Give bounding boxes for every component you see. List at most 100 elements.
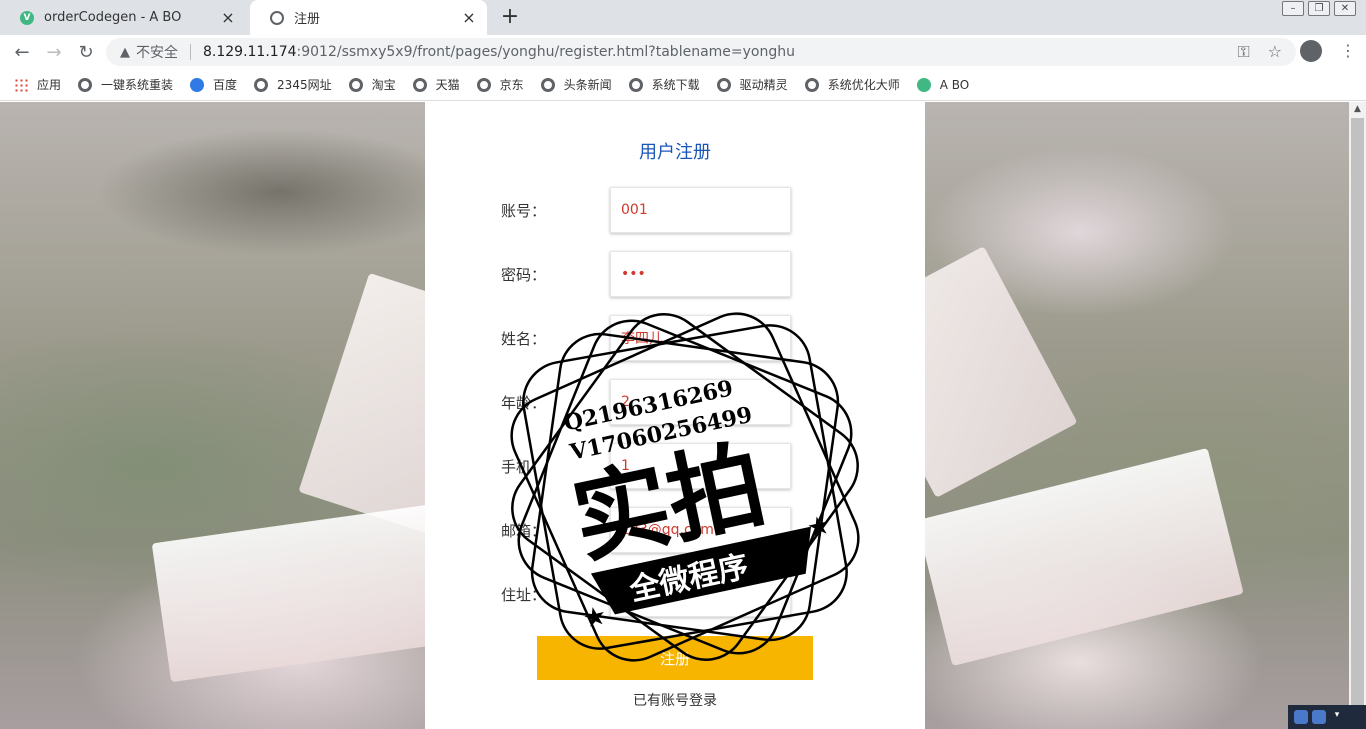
- page-scrollbar[interactable]: ▲: [1349, 102, 1366, 729]
- help-icon[interactable]: [1312, 710, 1326, 724]
- reload-icon[interactable]: ↻: [70, 42, 102, 63]
- field-label: 邮箱：: [501, 522, 547, 540]
- bookmark-label: 系统下载: [651, 78, 700, 92]
- globe-icon: [254, 77, 269, 92]
- register-panel: 用户注册 账号： 密码： 姓名： 年龄： 手机： 邮箱： 住址：: [425, 102, 925, 729]
- tab-ordercodegen[interactable]: V orderCodegen - A BO ×: [0, 0, 246, 35]
- new-tab-button[interactable]: +: [498, 4, 522, 30]
- address-input[interactable]: [610, 571, 791, 617]
- field-phone: 手机：: [501, 443, 801, 489]
- bookmark-label: 天猫: [435, 78, 460, 92]
- globe-icon: [476, 77, 491, 92]
- field-name: 姓名：: [501, 315, 801, 361]
- bookmark-label: 一键系统重装: [101, 78, 174, 92]
- password-input[interactable]: [610, 251, 791, 297]
- field-label: 手机：: [501, 458, 547, 476]
- warning-icon: ▲: [120, 44, 130, 60]
- bookmark-label: 2345网址: [277, 78, 332, 92]
- security-warning-label[interactable]: 不安全: [136, 42, 178, 62]
- bookmarks-bar: 应用 一键系统重装 百度 2345网址 淘宝 天猫 京东 头条新闻 系统下载 驱…: [0, 69, 1366, 101]
- window-controls: – ❐ ✕: [1282, 1, 1356, 16]
- close-icon[interactable]: ×: [220, 8, 236, 27]
- globe-icon: [716, 77, 731, 92]
- minimize-icon[interactable]: –: [1282, 1, 1304, 16]
- globe-icon: [804, 77, 819, 92]
- field-label: 年龄：: [501, 394, 547, 412]
- tab-register[interactable]: 注册 ×: [250, 0, 487, 35]
- bookmark-label: 百度: [213, 78, 238, 92]
- page-title: 用户注册: [639, 142, 711, 163]
- field-account: 账号：: [501, 187, 801, 233]
- omnibox-actions: ⚿ ☆: [1237, 42, 1282, 62]
- name-input[interactable]: [610, 315, 791, 361]
- email-input[interactable]: [610, 507, 791, 553]
- address-bar[interactable]: ▲ 不安全 8.129.11.174:9012/ssmxy5x9/front/p…: [106, 38, 1296, 66]
- bookmark-item[interactable]: 系统优化大师: [804, 76, 900, 93]
- key-icon[interactable]: ⚿: [1237, 42, 1249, 62]
- tab-title: orderCodegen - A BO: [44, 10, 182, 25]
- bookmark-item[interactable]: 头条新闻: [540, 76, 612, 93]
- bookmark-item[interactable]: 淘宝: [348, 76, 396, 93]
- field-label: 姓名：: [501, 330, 547, 348]
- tab-title: 注册: [294, 12, 321, 27]
- bookmark-label: 驱动精灵: [739, 78, 788, 92]
- bookmark-item[interactable]: 驱动精灵: [716, 76, 788, 93]
- globe-icon: [540, 77, 555, 92]
- back-icon[interactable]: ←: [6, 42, 38, 63]
- vue-icon: V: [20, 10, 34, 25]
- field-address: 住址：: [501, 571, 801, 617]
- field-age: 年龄：: [501, 379, 801, 425]
- register-button[interactable]: 注册: [537, 636, 813, 680]
- globe-icon: [628, 77, 643, 92]
- field-label: 账号：: [501, 202, 547, 220]
- bookmark-label: 京东: [499, 78, 524, 92]
- globe-icon: [348, 77, 363, 92]
- globe-icon: [270, 10, 284, 25]
- paw-icon: [190, 77, 205, 92]
- bookmark-item[interactable]: 天猫: [412, 76, 460, 93]
- bookmark-item[interactable]: 系统下载: [628, 76, 700, 93]
- close-window-icon[interactable]: ✕: [1334, 1, 1356, 16]
- star-icon[interactable]: ☆: [1268, 42, 1282, 62]
- tray-arrow-icon[interactable]: ▾: [1330, 710, 1344, 724]
- restore-icon[interactable]: ❐: [1308, 1, 1330, 16]
- globe-icon: [412, 77, 427, 92]
- bookmark-label: A BO: [939, 77, 970, 92]
- vue-icon: [916, 77, 931, 92]
- system-tray: ▾: [1288, 705, 1366, 729]
- bookmark-item[interactable]: 一键系统重装: [78, 76, 173, 93]
- globe-icon: [78, 77, 93, 92]
- bookmark-item[interactable]: 2345网址: [254, 76, 332, 93]
- field-email: 邮箱：: [501, 507, 801, 553]
- browser-toolbar: ← → ↻ ▲ 不安全 8.129.11.174:9012/ssmxy5x9/f…: [0, 35, 1366, 69]
- bookmark-label: 应用: [37, 78, 62, 92]
- forward-icon[interactable]: →: [38, 42, 70, 63]
- profile-avatar-icon[interactable]: [1300, 40, 1322, 62]
- field-label: 住址：: [501, 586, 547, 604]
- field-label: 密码：: [501, 266, 547, 284]
- tray-app-icon[interactable]: [1294, 710, 1308, 724]
- menu-icon[interactable]: ⋮: [1340, 41, 1356, 60]
- bookmark-item[interactable]: 百度: [190, 76, 237, 93]
- background-book: [151, 501, 469, 683]
- phone-input[interactable]: [610, 443, 791, 489]
- bookmark-item[interactable]: A BO: [916, 77, 970, 92]
- age-input[interactable]: [610, 379, 791, 425]
- bookmark-label: 头条新闻: [563, 78, 612, 92]
- scroll-up-icon[interactable]: ▲: [1349, 104, 1366, 114]
- apps-icon: [14, 77, 28, 92]
- page-viewport: 用户注册 账号： 密码： 姓名： 年龄： 手机： 邮箱： 住址：: [0, 102, 1349, 729]
- divider: [190, 44, 191, 60]
- bookmark-label: 系统优化大师: [827, 78, 900, 92]
- bookmark-item[interactable]: 京东: [476, 76, 524, 93]
- scroll-thumb[interactable]: [1351, 118, 1364, 708]
- bookmark-apps[interactable]: 应用: [14, 76, 61, 93]
- account-input[interactable]: [610, 187, 791, 233]
- tab-bar: V orderCodegen - A BO × 注册 × + – ❐ ✕: [0, 0, 1366, 35]
- login-link[interactable]: 已有账号登录: [425, 690, 925, 710]
- close-icon[interactable]: ×: [461, 8, 477, 27]
- bookmark-label: 淘宝: [371, 78, 396, 92]
- field-password: 密码：: [501, 251, 801, 297]
- url-path: :9012/ssmxy5x9/front/pages/yonghu/regist…: [296, 44, 795, 60]
- url-host: 8.129.11.174: [203, 44, 297, 60]
